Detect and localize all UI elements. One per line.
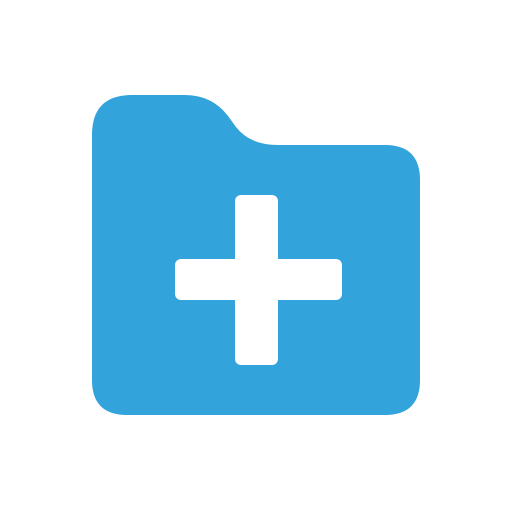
plus-horizontal-bar — [175, 259, 342, 300]
folder-add-icon — [92, 95, 420, 415]
icon-canvas — [0, 0, 512, 512]
